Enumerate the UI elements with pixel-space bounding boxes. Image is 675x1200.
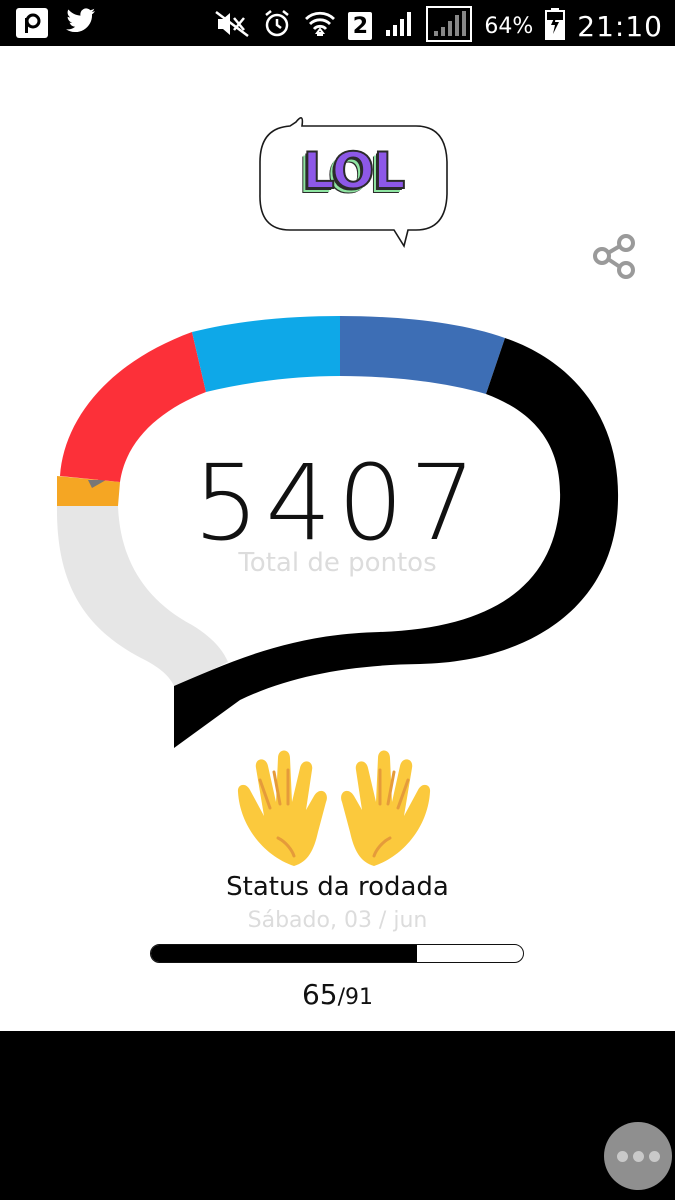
battery-charging-icon [545,8,566,44]
clock: 21:10 [577,9,663,43]
twitter-icon [66,8,96,38]
round-progress-bar [150,944,524,963]
segment-light-blue [192,316,340,392]
total-points-label: Total de pontos [238,548,437,578]
more-dots-icon [616,1150,628,1162]
mute-icon [214,10,250,42]
round-date: Sábado, 03 / jun [247,908,428,933]
round-progress-count: 65/91 [0,978,675,1011]
alarm-icon [262,9,292,43]
signal-icon [384,10,414,42]
total-points-value: 5407 [193,442,482,564]
segment-blue [340,316,505,394]
status-bar: 2 64% 21:10 [0,0,675,46]
more-options-button[interactable] [604,1122,672,1190]
round-progress-fill [151,945,417,962]
round-status-title: Status da rodada [226,872,449,902]
sim-2-icon: 2 [348,12,373,40]
round-progress-total: 91 [345,985,374,1010]
app-p-icon [16,8,48,38]
round-progress-current: 65 [301,978,338,1011]
round-progress-separator: / [337,985,346,1010]
battery-percent: 64% [484,13,534,39]
main-content: LOL 5407 Total de pontos Status da rodad… [0,46,675,1031]
more-dot [648,1150,660,1162]
signal-empty-icon [426,6,473,46]
more-dot [632,1150,644,1162]
raising-hands-icon [237,750,431,866]
wifi-icon [304,9,336,43]
